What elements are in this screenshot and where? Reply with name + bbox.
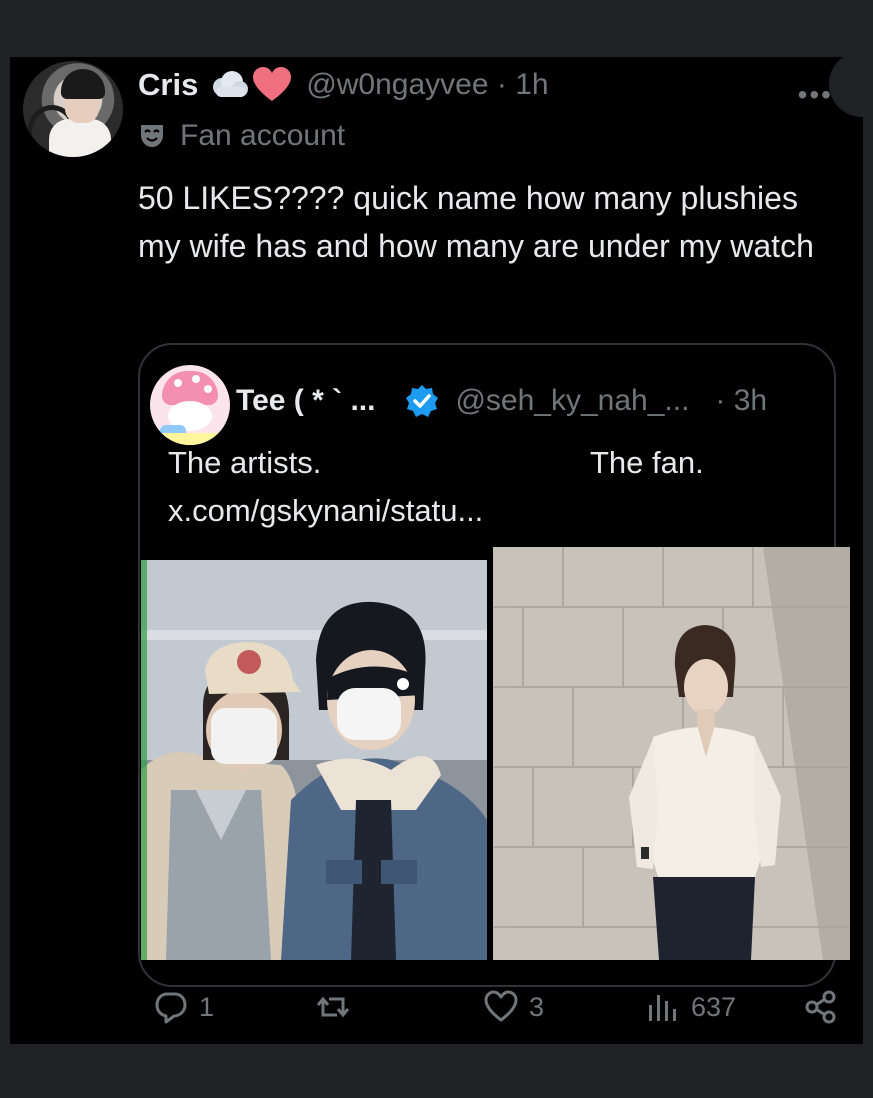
quoted-handle[interactable]: @seh_ky_nah_... [455, 384, 689, 418]
quoted-text-fan: The fan. [590, 445, 704, 480]
views-count: 637 [691, 991, 737, 1022]
like-button[interactable]: 3 [483, 985, 544, 1029]
author-avatar[interactable] [23, 61, 123, 157]
quoted-author-name[interactable]: Tee ( * ` ... [236, 384, 375, 418]
quoted-text-artists: The artists. [168, 445, 322, 480]
like-count: 3 [529, 991, 545, 1022]
views-bar-chart-icon [649, 995, 676, 1021]
reply-icon [155, 992, 187, 1024]
reply-button[interactable]: 1 [153, 985, 214, 1029]
reply-count: 1 [199, 991, 215, 1022]
tweet-actions: 1 3 637 [153, 985, 836, 1029]
views-button[interactable]: 637 [645, 985, 736, 1029]
tweet-text: 50 LIKES???? quick name how many plushie… [138, 180, 814, 264]
quoted-link[interactable]: x.com/gskynani/statu... [168, 493, 483, 529]
share-button[interactable] [803, 985, 839, 1029]
heart-emoji-icon [252, 67, 292, 103]
tweet-header: Cris @w0ngayvee · 1h [138, 63, 549, 107]
photo-fan[interactable] [493, 547, 850, 960]
overlay-circle [829, 57, 863, 117]
quoted-time: · 3h [715, 384, 768, 417]
photo-artists[interactable] [141, 560, 487, 960]
author-handle[interactable]: @w0ngayvee · 1h [306, 68, 548, 102]
repost-icon [316, 996, 350, 1018]
heart-icon [484, 990, 518, 1022]
quoted-author-avatar[interactable] [150, 365, 230, 445]
repost-button[interactable] [315, 985, 361, 1029]
verified-badge-icon [406, 385, 439, 417]
label-text: Fan account [180, 119, 346, 152]
more-options-icon[interactable]: ••• [798, 79, 833, 111]
share-icon [805, 990, 836, 1024]
quoted-header: Tee ( * ` ... @seh_ky_nah_... · 3h [236, 381, 767, 421]
theater-mask-icon [141, 125, 163, 147]
cloud-emoji-icon [208, 69, 250, 101]
fan-account-label: Fan account [138, 119, 345, 153]
tweet-card[interactable]: Cris @w0ngayvee · 1h ••• Fan account 50 … [10, 57, 863, 1044]
author-name[interactable]: Cris [138, 67, 198, 103]
